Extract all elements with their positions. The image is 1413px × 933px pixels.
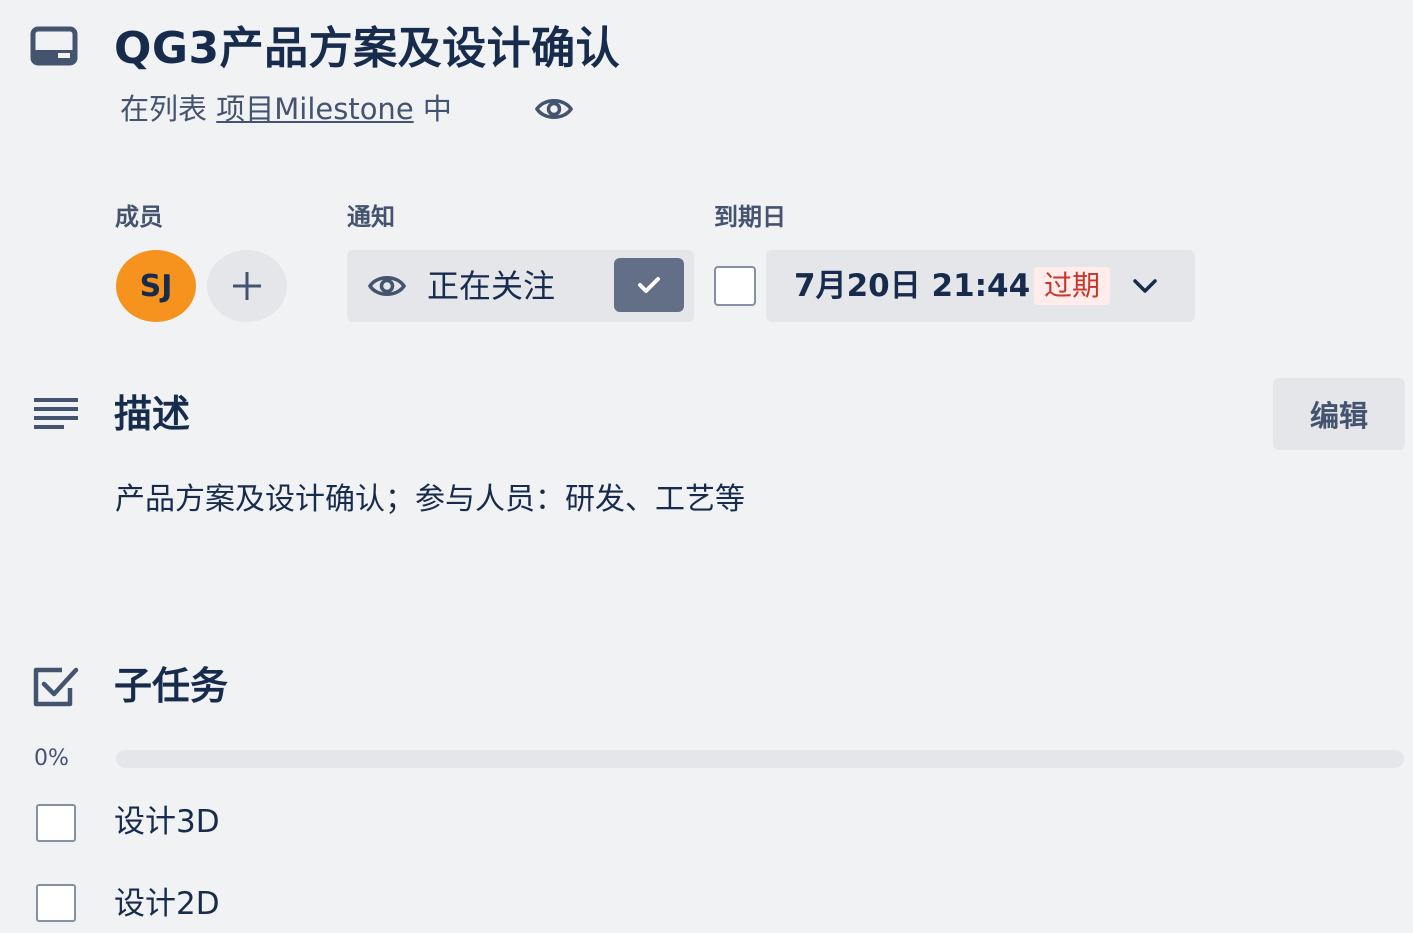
watch-label: 正在关注 (427, 267, 556, 305)
members-label: 成员 (115, 203, 163, 231)
description-lines-icon (32, 392, 80, 432)
edit-description-button[interactable]: 编辑 (1273, 378, 1405, 450)
card-title: QG3产品方案及设计确认 (114, 23, 621, 74)
list-suffix: 中 (422, 92, 452, 126)
notifications-label: 通知 (347, 203, 395, 231)
watch-button[interactable]: 正在关注 (347, 250, 694, 322)
card-icon (30, 26, 78, 70)
list-prefix: 在列表 (120, 92, 208, 126)
description-title: 描述 (114, 392, 191, 436)
watching-check (614, 258, 684, 312)
due-date-complete-checkbox[interactable] (714, 266, 756, 306)
list-link[interactable]: 项目Milestone (216, 92, 413, 126)
checklist-item-label[interactable]: 设计2D (114, 882, 220, 926)
add-member-button[interactable] (207, 250, 287, 322)
checklist-item-label[interactable]: 设计3D (114, 800, 220, 844)
checklist-item-checkbox[interactable] (36, 884, 76, 922)
due-date-button[interactable]: 7月20日 21:44 过期 (766, 250, 1195, 322)
eye-icon (534, 94, 574, 124)
due-date-value: 7月20日 21:44 (794, 268, 1031, 304)
overdue-badge: 过期 (1034, 267, 1111, 305)
eye-icon (367, 270, 407, 302)
chevron-down-icon (1130, 274, 1160, 298)
checklist-item-checkbox[interactable] (36, 804, 76, 842)
avatar[interactable]: SJ (116, 250, 196, 322)
due-date-label: 到期日 (714, 203, 786, 231)
checklist-icon (32, 664, 80, 710)
checkmark-icon (638, 277, 660, 293)
progress-percent: 0% (34, 746, 69, 771)
checklist-title: 子任务 (114, 664, 229, 708)
description-text[interactable]: 产品方案及设计确认；参与人员：研发、工艺等 (115, 478, 745, 522)
plus-icon (233, 272, 261, 300)
progress-bar (116, 750, 1404, 768)
list-reference: 在列表 项目Milestone 中 (120, 88, 452, 130)
